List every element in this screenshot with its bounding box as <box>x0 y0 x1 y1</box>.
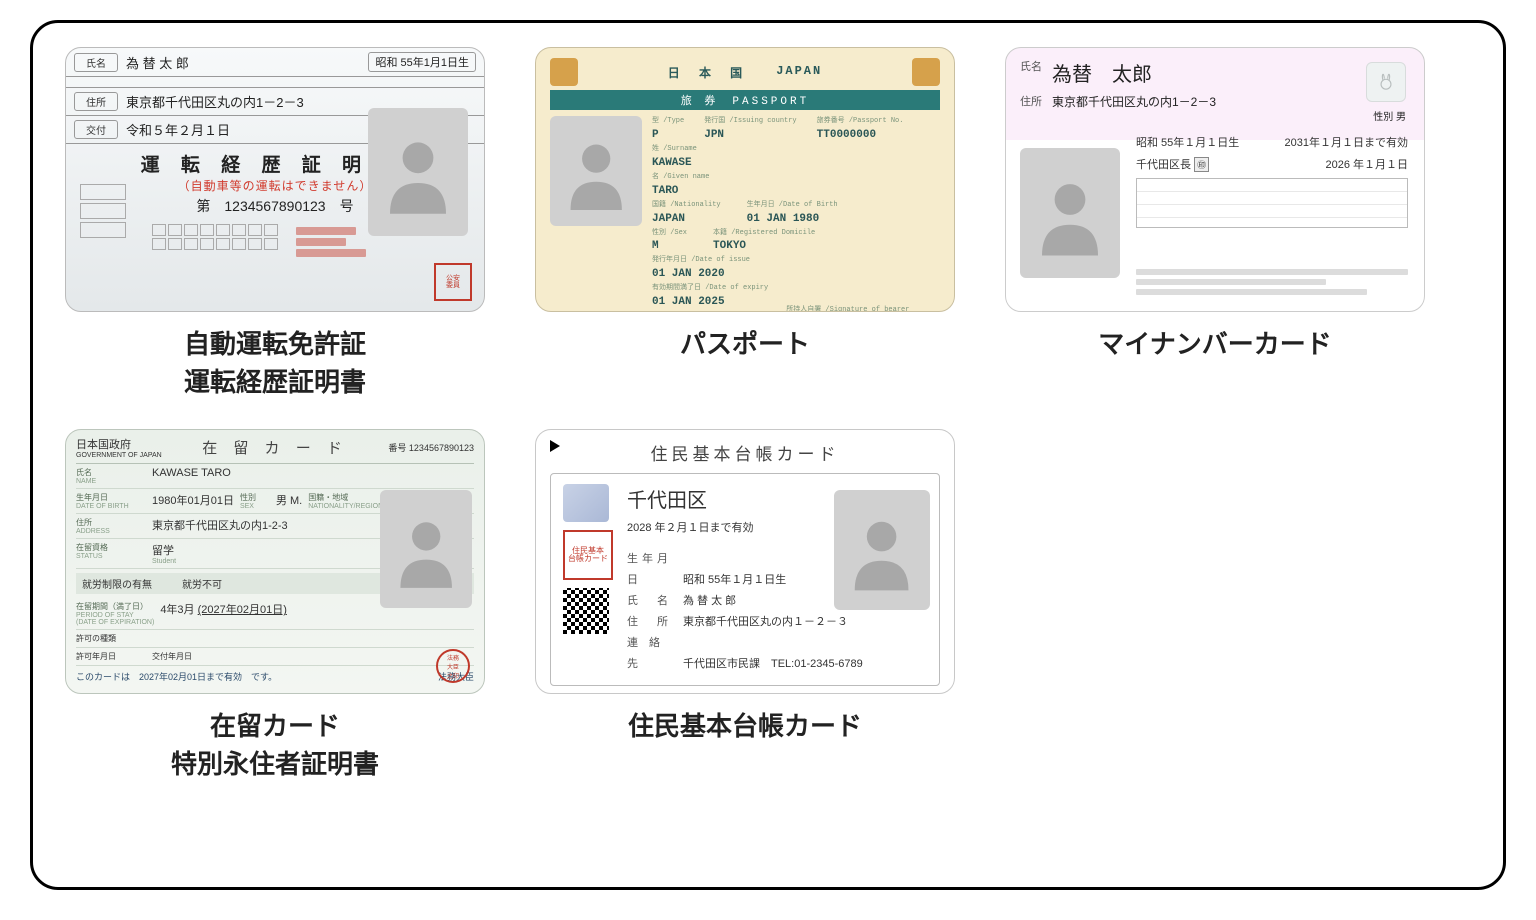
residence-card: 日本国政府GOVERNMENT OF JAPAN 在 留 カ ー ド 番号 12… <box>65 429 485 694</box>
dl-photo <box>368 108 468 236</box>
dl-name-label: 氏名 <box>74 53 118 72</box>
passport-cell: 日 本 国 JAPAN 旅 券 PASSPORT 型 /TypeP 発行国 /I… <box>535 47 955 364</box>
rc-photo <box>380 490 472 608</box>
mn-fineprint <box>1136 265 1408 299</box>
mn-sex: 性別 男 <box>1373 108 1406 123</box>
qr-code-icon <box>563 588 609 634</box>
dl-name: 為 替 太 郎 <box>126 53 189 72</box>
jk-left-column: 住民基本台帳カード <box>563 484 613 674</box>
jk-photo <box>834 490 930 610</box>
mn-caption: マイナンバーカード <box>1098 326 1331 364</box>
rc-caption: 在留カード特別永住者証明書 <box>171 708 379 783</box>
mn-memo-box <box>1136 178 1408 228</box>
mynumber-card: 氏名 為替 太郎 住所 東京都千代田区丸の内1－2－3 性別 男 昭和 55年１… <box>1005 47 1425 312</box>
mn-addr: 東京都千代田区丸の内1－2－3 <box>1052 93 1216 110</box>
mn-name: 為替 太郎 <box>1052 58 1152 87</box>
juki-card-cell: 住民基本台帳カード 住民基本台帳カード 千代田区 2028 年２月１日まで有効 … <box>535 429 955 746</box>
dl-addr-label: 住所 <box>74 92 118 111</box>
emblem-icon <box>912 58 940 86</box>
pp-stripe: 旅 券 PASSPORT <box>550 90 940 110</box>
passport-card: 日 本 国 JAPAN 旅 券 PASSPORT 型 /TypeP 発行国 /I… <box>535 47 955 312</box>
mynumber-cell: 氏名 為替 太郎 住所 東京都千代田区丸の内1－2－3 性別 男 昭和 55年１… <box>1005 47 1425 364</box>
emblem-icon <box>550 58 578 86</box>
drivers-license-card: 氏名 為 替 太 郎 昭和 55年1月1日生 住所 東京都千代田区丸の内1－2－… <box>65 47 485 312</box>
dl-addr: 東京都千代田区丸の内1－2－3 <box>126 92 304 111</box>
rabbit-icon <box>1366 62 1406 102</box>
dl-side-tabs <box>80 184 126 241</box>
dl-caption: 自動運転免許証運転経歴証明書 <box>184 326 366 401</box>
dl-issue-label: 交付 <box>74 120 118 139</box>
id-documents-frame: { "captions": { "dl": "自動運転免許証\n運転経歴証明書"… <box>30 20 1506 890</box>
residence-card-cell: 日本国政府GOVERNMENT OF JAPAN 在 留 カ ー ド 番号 12… <box>65 429 485 783</box>
triangle-icon <box>550 440 560 452</box>
mn-seal-icon: ㊞ <box>1194 157 1209 172</box>
dl-dob: 昭和 55年1月1日生 <box>368 52 476 72</box>
pp-country-en: JAPAN <box>776 64 822 81</box>
jk-stamp-icon: 住民基本台帳カード <box>563 530 613 580</box>
pp-caption: パスポート <box>680 326 810 364</box>
juki-card: 住民基本台帳カード 住民基本台帳カード 千代田区 2028 年２月１日まで有効 … <box>535 429 955 694</box>
ic-chip-icon <box>563 484 609 522</box>
dl-issue: 令和５年２月１日 <box>126 120 230 139</box>
pp-photo <box>550 116 642 226</box>
drivers-license-cell: 氏名 為 替 太 郎 昭和 55年1月1日生 住所 東京都千代田区丸の内1－2－… <box>65 47 485 401</box>
dl-seal-icon: 公安委員 <box>434 263 472 301</box>
mn-photo <box>1020 148 1120 278</box>
jk-caption: 住民基本台帳カード <box>628 708 862 746</box>
pp-country-jp: 日 本 国 <box>668 64 748 81</box>
